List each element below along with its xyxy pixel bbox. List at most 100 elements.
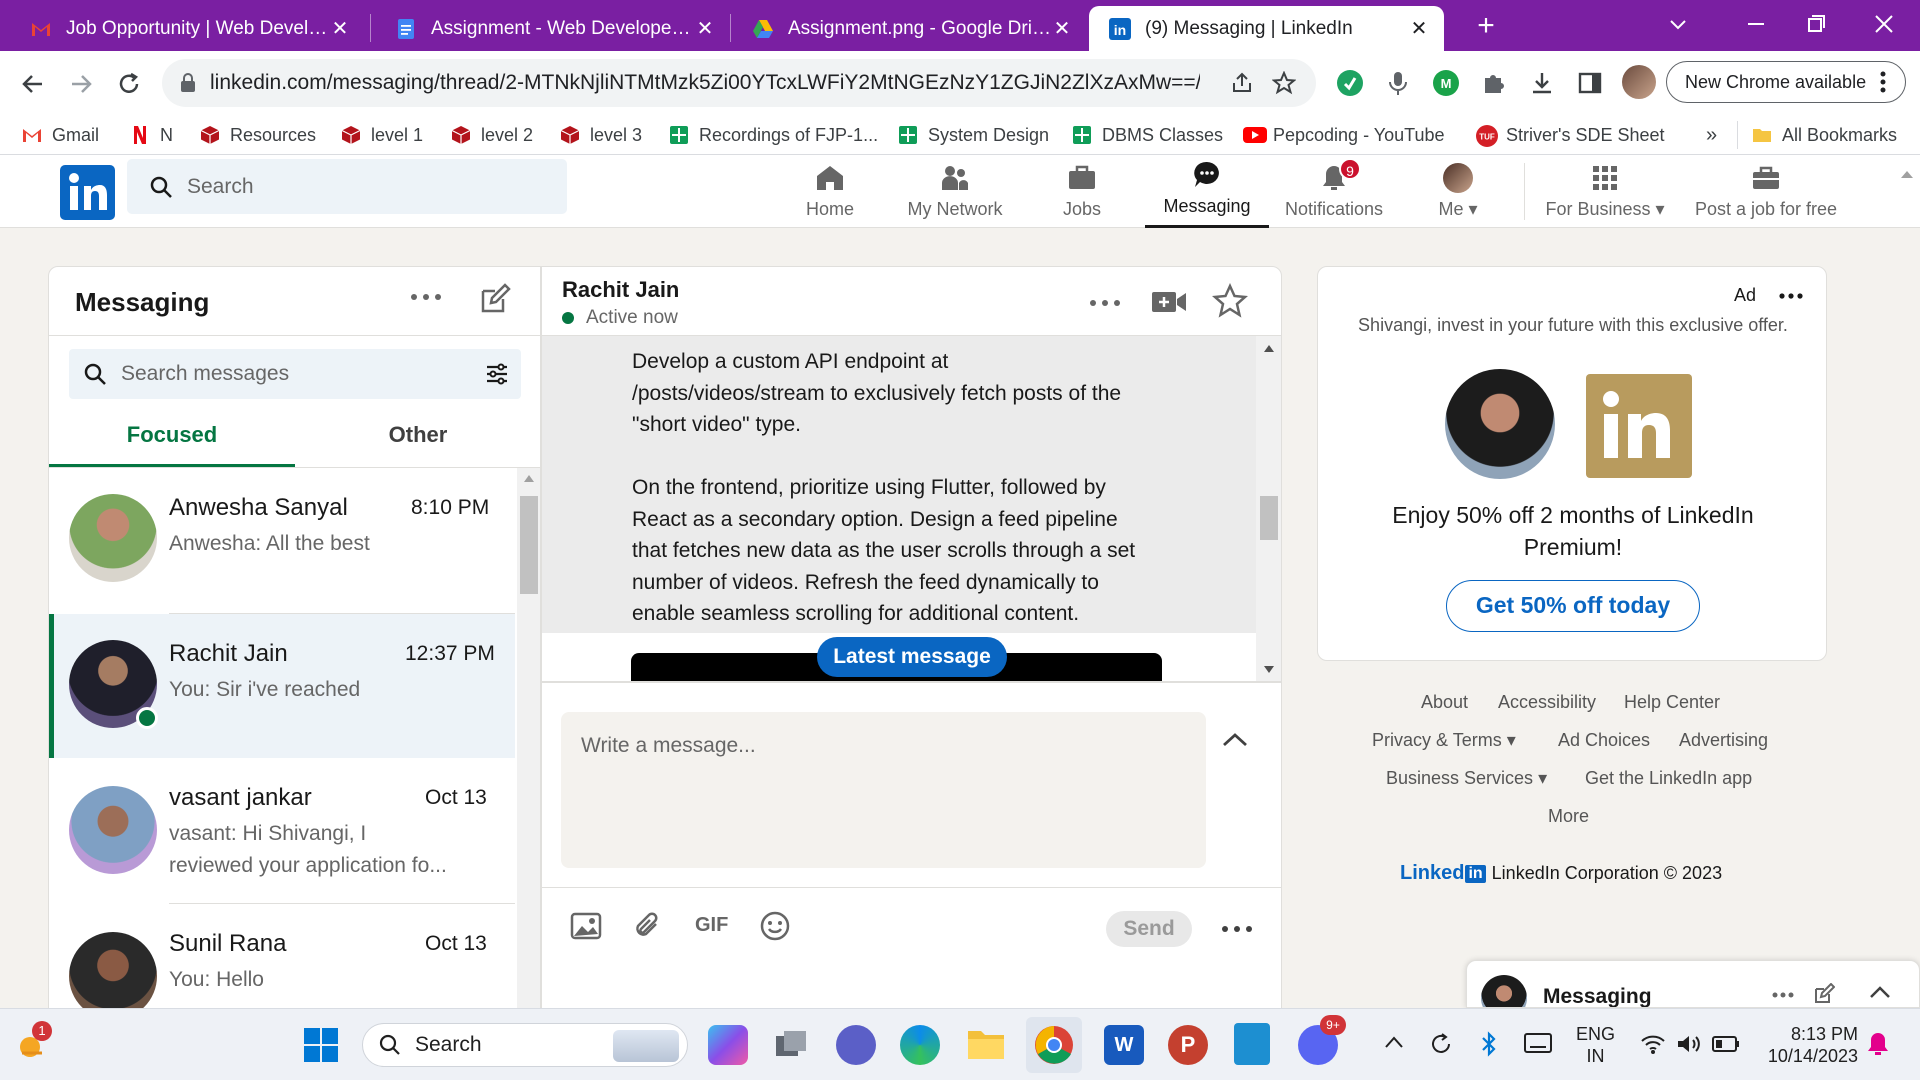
footer-link[interactable]: Advertising <box>1679 730 1768 751</box>
more-horiz-icon[interactable] <box>1778 291 1804 301</box>
forward-icon[interactable] <box>68 71 94 97</box>
volume-icon[interactable] <box>1676 1033 1702 1055</box>
expand-compose-icon[interactable] <box>1222 731 1248 747</box>
nav-for-business[interactable]: For Business ▾ <box>1540 155 1670 228</box>
conversation-item[interactable]: vasant jankar Oct 13 vasant: Hi Shivangi… <box>49 758 515 903</box>
extension-m-icon[interactable]: M <box>1432 69 1460 97</box>
ad-cta-button[interactable]: Get 50% off today <box>1446 580 1700 632</box>
video-call-icon[interactable] <box>1151 287 1187 317</box>
bookmark-star-icon[interactable] <box>1272 71 1296 95</box>
taskbar-search-input[interactable]: Search <box>362 1023 688 1067</box>
footer-link[interactable]: About <box>1421 692 1468 713</box>
battery-icon[interactable] <box>1712 1035 1740 1053</box>
compose-icon[interactable] <box>1813 983 1835 1005</box>
pepcoding-app-icon[interactable]: P <box>1168 1025 1208 1065</box>
side-panel-icon[interactable] <box>1576 69 1604 97</box>
tab-focused[interactable]: Focused <box>49 407 295 467</box>
bookmark-item[interactable]: Recordings of FJP-1... <box>669 123 878 147</box>
windows-start-icon[interactable] <box>303 1027 339 1063</box>
chevron-up-icon[interactable] <box>1869 985 1891 999</box>
bookmark-item[interactable]: DBMS Classes <box>1072 123 1223 147</box>
teams-chat-icon[interactable] <box>836 1025 876 1065</box>
compose-icon[interactable] <box>479 283 511 315</box>
extensions-puzzle-icon[interactable] <box>1480 69 1508 97</box>
bookmarks-overflow-button[interactable]: » <box>1706 123 1717 147</box>
word-icon[interactable]: W <box>1104 1025 1144 1065</box>
task-view-icon[interactable] <box>772 1027 810 1063</box>
share-icon[interactable] <box>1230 71 1254 95</box>
footer-link[interactable]: Privacy & Terms ▾ <box>1372 730 1516 751</box>
linkedin-logo[interactable] <box>60 165 115 220</box>
tab-close-icon[interactable]: ✕ <box>1408 18 1430 40</box>
bookmark-item[interactable]: N <box>130 123 173 147</box>
copilot-icon[interactable] <box>708 1025 748 1065</box>
tab-search-icon[interactable] <box>1666 12 1690 36</box>
nav-jobs[interactable]: Jobs <box>1042 155 1122 228</box>
browser-tab[interactable]: Assignment - Web Developer.dc ✕ <box>375 6 730 51</box>
extension-green-icon[interactable] <box>1336 69 1364 97</box>
footer-more-link[interactable]: More <box>1548 806 1589 827</box>
conversation-list-scrollbar[interactable] <box>517 468 540 1015</box>
reload-icon[interactable] <box>116 71 142 97</box>
bookmark-item[interactable]: TUF Striver's SDE Sheet <box>1476 123 1665 147</box>
bookmark-item[interactable]: level 1 <box>341 123 423 147</box>
browser-tab-active[interactable]: in (9) Messaging | LinkedIn ✕ <box>1089 6 1444 51</box>
bookmark-item[interactable]: Pepcoding - YouTube <box>1243 123 1444 147</box>
nav-my-network[interactable]: My Network <box>900 155 1010 228</box>
conversation-item[interactable]: Sunil Rana Oct 13 You: Hello <box>49 904 515 1015</box>
send-button[interactable]: Send <box>1106 911 1192 947</box>
global-search-input[interactable]: Search <box>127 159 567 214</box>
tab-close-icon[interactable]: ✕ <box>1051 18 1073 40</box>
tab-close-icon[interactable]: ✕ <box>329 18 351 40</box>
address-bar[interactable]: linkedin.com/messaging/thread/2-MTNkNjli… <box>162 59 1316 107</box>
restore-icon[interactable] <box>1804 12 1828 36</box>
close-window-icon[interactable] <box>1872 12 1896 36</box>
bookmark-item[interactable]: System Design <box>898 123 1049 147</box>
all-bookmarks-button[interactable]: All Bookmarks <box>1752 123 1897 147</box>
nav-messaging[interactable]: Messaging <box>1145 155 1269 228</box>
nav-home[interactable]: Home <box>790 155 870 228</box>
chrome-taskbar-button-active[interactable] <box>1026 1017 1082 1073</box>
bluetooth-icon[interactable] <box>1480 1031 1498 1057</box>
keyboard-icon[interactable] <box>1524 1033 1552 1053</box>
edge-icon[interactable] <box>900 1025 940 1065</box>
download-icon[interactable] <box>1528 69 1556 97</box>
nav-post-a-job[interactable]: Post a job for free <box>1686 155 1846 228</box>
page-scroll-up-arrow[interactable] <box>1900 169 1914 179</box>
tab-close-icon[interactable]: ✕ <box>694 18 716 40</box>
back-icon[interactable] <box>20 71 46 97</box>
bookmark-item[interactable]: level 3 <box>560 123 642 147</box>
thread-scrollbar[interactable] <box>1256 336 1281 681</box>
conversation-item-selected[interactable]: Rachit Jain 12:37 PM You: Sir i've reach… <box>49 614 515 758</box>
emoji-icon[interactable] <box>759 910 791 942</box>
tab-other[interactable]: Other <box>295 407 540 467</box>
nav-me[interactable]: Me ▾ <box>1418 155 1498 228</box>
clock[interactable]: 8:13 PM 10/14/2023 <box>1758 1023 1858 1067</box>
footer-link[interactable]: Ad Choices <box>1558 730 1650 751</box>
latest-message-button[interactable]: Latest message <box>817 637 1007 677</box>
nav-notifications[interactable]: Notifications <box>1280 155 1388 228</box>
microphone-icon[interactable] <box>1384 69 1412 97</box>
message-compose-input[interactable]: Write a message... <box>561 712 1206 868</box>
more-horiz-icon[interactable] <box>1220 923 1254 935</box>
bookmark-item[interactable]: level 2 <box>451 123 533 147</box>
image-icon[interactable] <box>570 911 602 941</box>
chevron-up-icon[interactable] <box>1384 1035 1404 1049</box>
footer-link[interactable]: Help Center <box>1624 692 1720 713</box>
footer-link[interactable]: Business Services ▾ <box>1386 768 1547 789</box>
browser-tab[interactable]: Job Opportunity | Web Develope ✕ <box>10 6 365 51</box>
language-indicator[interactable]: ENG IN <box>1576 1023 1615 1067</box>
browser-tab[interactable]: Assignment.png - Google Drive ✕ <box>732 6 1087 51</box>
new-tab-button[interactable]: + <box>1468 8 1504 44</box>
more-horiz-icon[interactable] <box>1088 297 1122 309</box>
sync-icon[interactable] <box>1428 1031 1454 1057</box>
wifi-icon[interactable] <box>1640 1033 1666 1055</box>
search-messages-input[interactable]: Search messages <box>69 349 521 399</box>
thread-participant-name[interactable]: Rachit Jain <box>562 277 679 303</box>
scrollbar-thumb[interactable] <box>1260 496 1278 540</box>
footer-link[interactable]: Get the LinkedIn app <box>1585 768 1752 789</box>
filter-icon[interactable] <box>485 362 509 386</box>
bookmark-item[interactable]: Resources <box>200 123 316 147</box>
notepad-icon[interactable] <box>1234 1023 1270 1065</box>
bookmark-item[interactable]: Gmail <box>22 123 99 147</box>
